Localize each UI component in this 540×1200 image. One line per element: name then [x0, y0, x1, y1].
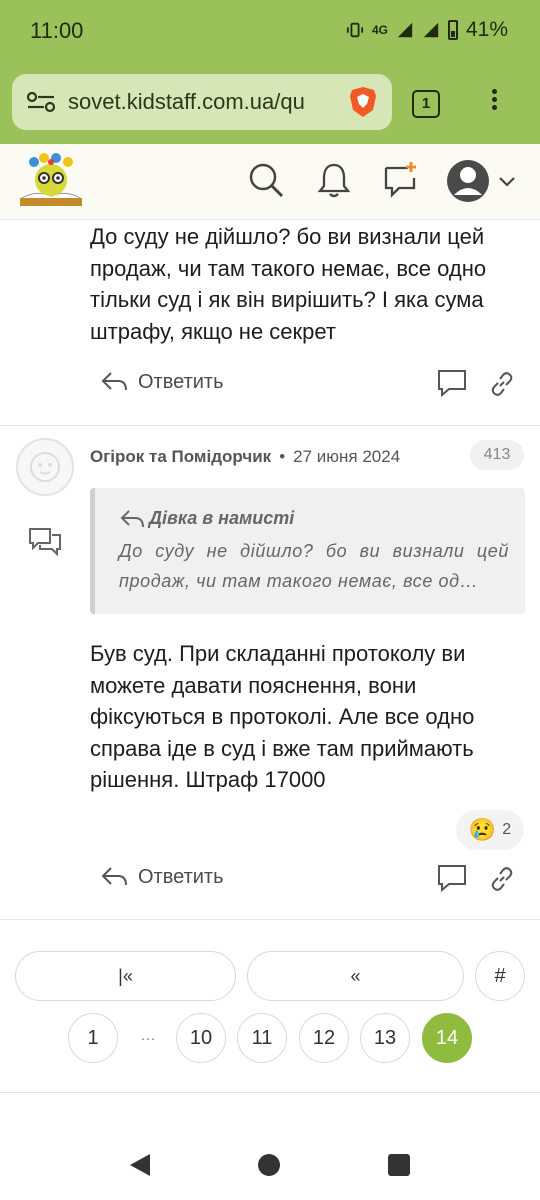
reply-label: Ответить	[138, 865, 224, 888]
comment-icon[interactable]	[436, 368, 468, 398]
quote-text: До суду не дійшло? бо ви визнали цей про…	[119, 541, 509, 591]
page-13-button[interactable]: 13	[360, 1013, 410, 1063]
prev-page-button[interactable]: «	[247, 951, 464, 1001]
battery-icon	[447, 20, 458, 40]
post-actions: Ответить	[0, 861, 540, 901]
page-12-button[interactable]: 12	[299, 1013, 349, 1063]
reply-icon	[101, 372, 127, 391]
reaction-badge[interactable]: 😢 2	[456, 810, 524, 850]
comment-icon[interactable]	[436, 863, 468, 893]
goto-page-button[interactable]: #	[475, 951, 525, 1001]
battery-level: 41%	[465, 18, 508, 41]
quote-block[interactable]: Дівка в намисті До суду не дійшло? бо ви…	[90, 488, 525, 614]
link-icon[interactable]	[488, 865, 516, 893]
author-name[interactable]: Огірок та Помідорчик	[90, 447, 271, 467]
site-header	[0, 144, 540, 220]
browser-toolbar: sovet.kidstaff.com.ua/qu 1	[0, 64, 540, 144]
reply-label: Ответить	[138, 370, 224, 393]
bell-icon[interactable]	[314, 160, 354, 200]
status-time: 11:00	[30, 18, 84, 43]
author-avatar[interactable]	[16, 438, 74, 496]
quote-author[interactable]: Дівка в намисті	[119, 508, 294, 529]
post-body: Був суд. При складанні протоколу ви може…	[90, 641, 475, 792]
back-icon[interactable]	[128, 1152, 152, 1178]
user-menu-button[interactable]	[446, 158, 522, 204]
recent-apps-icon[interactable]	[388, 1154, 410, 1176]
link-icon[interactable]	[488, 370, 516, 398]
home-icon[interactable]	[258, 1154, 280, 1176]
reaction-count: 2	[502, 821, 512, 838]
page-10-button[interactable]: 10	[176, 1013, 226, 1063]
status-bar: 11:00 4G 41%	[0, 0, 540, 64]
signal-2-icon	[423, 22, 439, 38]
post-meta: Огірок та Помідорчик • 27 июня 2024	[90, 447, 400, 467]
site-settings-icon[interactable]	[26, 90, 56, 114]
signal-icon	[397, 22, 413, 38]
message-author-icon[interactable]	[28, 527, 62, 557]
quote-author-name: Дівка в намисті	[149, 508, 295, 528]
post-divider	[0, 425, 540, 426]
reply-button[interactable]: Ответить	[100, 865, 224, 889]
user-avatar-icon	[447, 160, 489, 202]
url-text[interactable]: sovet.kidstaff.com.ua/qu	[68, 89, 338, 115]
vibrate-icon	[346, 22, 364, 38]
url-bar[interactable]: sovet.kidstaff.com.ua/qu	[12, 74, 392, 130]
pagination-ellipsis: …	[140, 1027, 156, 1044]
chevron-down-icon	[499, 177, 515, 187]
first-page-button[interactable]: |«	[15, 951, 236, 1001]
kidstaff-logo[interactable]	[16, 150, 86, 212]
page-1-button[interactable]: 1	[68, 1013, 118, 1063]
reply-button[interactable]: Ответить	[100, 370, 224, 394]
post-number-badge[interactable]: 413	[470, 440, 524, 470]
default-avatar-icon	[30, 452, 60, 482]
post-date[interactable]: 27 июня 2024	[293, 447, 400, 467]
meta-separator: •	[279, 447, 286, 466]
post-divider	[0, 919, 540, 920]
page-14-button-current[interactable]: 14	[422, 1013, 472, 1063]
browser-menu-button[interactable]	[486, 86, 502, 122]
reply-icon	[101, 867, 127, 886]
page-footer-divider	[0, 1092, 540, 1093]
system-nav-bar	[0, 1130, 540, 1200]
tab-switcher-button[interactable]: 1	[412, 90, 440, 118]
page-11-button[interactable]: 11	[237, 1013, 287, 1063]
post-actions: Ответить	[0, 366, 540, 406]
search-icon[interactable]	[246, 160, 286, 200]
status-indicators: 4G 41%	[346, 18, 508, 42]
new-post-icon[interactable]	[380, 160, 420, 200]
quote-reply-icon	[120, 509, 144, 527]
brave-shield-icon[interactable]	[348, 86, 378, 118]
crying-face-icon: 😢	[468, 817, 497, 842]
network-type: 4G	[371, 23, 388, 37]
post-body: До суду не дійшло? бо ви визнали цей про…	[90, 224, 487, 344]
